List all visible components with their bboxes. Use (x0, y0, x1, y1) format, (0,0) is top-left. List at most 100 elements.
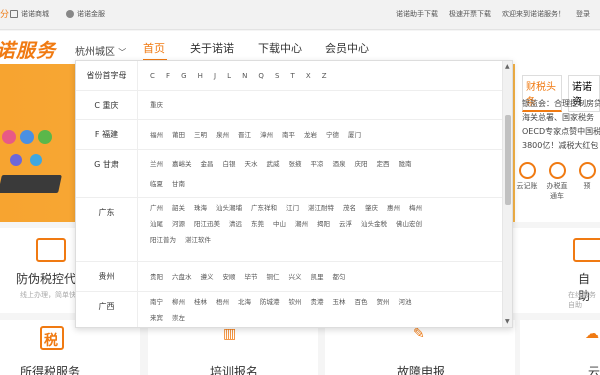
city-item[interactable]: 广州 (150, 204, 163, 212)
city-item[interactable]: 陇南 (399, 160, 412, 168)
city-item[interactable]: 湛江耐特 (308, 204, 334, 212)
letter-c[interactable]: C (150, 72, 155, 80)
city-item[interactable]: 阳江普为 (150, 236, 176, 244)
cloud-accounting-tool[interactable]: 云记账 (515, 162, 539, 201)
city-item[interactable]: 佛山宏创 (396, 220, 422, 228)
city-item[interactable]: 龙岩 (304, 131, 317, 139)
city-item[interactable]: 钦州 (289, 298, 302, 306)
card-fault-report[interactable]: ✎ 故障申报 (325, 320, 515, 375)
scrollbar-thumb[interactable] (505, 115, 511, 205)
nav-home[interactable]: 首页 (143, 40, 165, 56)
city-item[interactable]: 来宾 (150, 314, 163, 322)
card-self-service[interactable]: 自助 在线服务自助 (513, 228, 600, 313)
city-item[interactable]: 清远 (229, 220, 242, 228)
city-item[interactable]: 庆阳 (355, 160, 368, 168)
mall-link[interactable]: 诺诺商城 (10, 9, 49, 19)
city-item[interactable]: 张掖 (289, 160, 302, 168)
city-item[interactable]: 毕节 (245, 273, 258, 281)
city-item[interactable]: 南宁 (150, 298, 163, 306)
letter-j[interactable]: J (214, 72, 216, 80)
city-item[interactable]: 珠海 (194, 204, 207, 212)
assistant-download-link[interactable]: 诺诺助手下载 (396, 9, 438, 19)
nav-member[interactable]: 会员中心 (325, 40, 369, 56)
city-item[interactable]: 天水 (245, 160, 258, 168)
city-item[interactable]: 云浮 (339, 220, 352, 228)
third-tool[interactable]: 预 (575, 162, 599, 201)
city-item[interactable]: 铜仁 (267, 273, 280, 281)
scroll-up-arrow-icon[interactable]: ▲ (505, 63, 510, 70)
city-item[interactable]: 阳江迅美 (194, 220, 220, 228)
letter-l[interactable]: L (227, 72, 231, 80)
nav-download[interactable]: 下载中心 (258, 40, 302, 56)
tax-service-tool[interactable]: 办税直通车 (545, 162, 569, 201)
city-item[interactable]: 白银 (223, 160, 236, 168)
city-item[interactable]: 嘉峪关 (172, 160, 192, 168)
city-item[interactable]: 甘南 (172, 180, 185, 188)
city-item[interactable]: 玉林 (333, 298, 346, 306)
scroll-down-arrow-icon[interactable]: ▼ (505, 318, 510, 325)
card-training[interactable]: ▥ 培训报名 (148, 320, 318, 375)
city-item[interactable]: 广东祥和 (251, 204, 277, 212)
news-list[interactable]: 银监会：合理控制房贷 海关总署、国家税务 OECD专家点赞中国税 3800亿！减… (522, 97, 600, 153)
city-item[interactable]: 桂林 (194, 298, 207, 306)
city-item[interactable]: 江门 (286, 204, 299, 212)
city-item[interactable]: 梅州 (409, 204, 422, 212)
city-item[interactable]: 三明 (194, 131, 207, 139)
site-logo[interactable]: 诺服务 (0, 36, 56, 63)
city-item[interactable]: 潮州 (295, 220, 308, 228)
card-cloud[interactable]: ☁ 云 (520, 320, 600, 375)
city-item[interactable]: 贵港 (311, 298, 324, 306)
city-item[interactable]: 武威 (267, 160, 280, 168)
fast-invoice-download-link[interactable]: 极速开票下载 (449, 9, 491, 19)
letter-s[interactable]: S (275, 72, 279, 80)
city-item[interactable]: 遵义 (201, 273, 214, 281)
city-selector[interactable]: 杭州城区 ﹀ (75, 43, 126, 58)
finance-link[interactable]: 诺诺金服 (66, 9, 105, 19)
city-item[interactable]: 肇庆 (365, 204, 378, 212)
city-item[interactable]: 凯里 (311, 273, 324, 281)
card-income-tax[interactable]: 税 所得税服务 (0, 320, 140, 375)
city-item[interactable]: 百色 (355, 298, 368, 306)
city-item[interactable]: 福州 (150, 131, 163, 139)
city-item[interactable]: 南平 (282, 131, 295, 139)
city-item[interactable]: 金昌 (201, 160, 214, 168)
city-item[interactable]: 莆田 (172, 131, 185, 139)
city-item[interactable]: 兴义 (289, 273, 302, 281)
city-item[interactable]: 汕头潮埔 (216, 204, 242, 212)
city-item[interactable]: 汕头金税 (361, 220, 387, 228)
city-item[interactable]: 韶关 (172, 204, 185, 212)
dropdown-scrollbar[interactable]: ▲ ▼ (502, 61, 512, 327)
city-item[interactable]: 定西 (377, 160, 390, 168)
city-item[interactable]: 揭阳 (317, 220, 330, 228)
city-item[interactable]: 汕尾 (150, 220, 163, 228)
letter-t[interactable]: T (291, 72, 295, 80)
city-item[interactable]: 漳州 (260, 131, 273, 139)
city-item[interactable]: 防城港 (260, 298, 280, 306)
city-item[interactable]: 重庆 (150, 101, 163, 109)
letter-n[interactable]: N (242, 72, 247, 80)
city-item[interactable]: 贵阳 (150, 273, 163, 281)
city-item[interactable]: 北海 (238, 298, 251, 306)
city-item[interactable]: 都匀 (333, 273, 346, 281)
city-item[interactable]: 泉州 (216, 131, 229, 139)
nav-about[interactable]: 关于诺诺 (190, 40, 234, 56)
city-item[interactable]: 柳州 (172, 298, 185, 306)
city-item[interactable]: 中山 (273, 220, 286, 228)
city-item[interactable]: 酒泉 (333, 160, 346, 168)
city-item[interactable]: 崇左 (172, 314, 185, 322)
letter-z[interactable]: Z (322, 72, 327, 80)
city-item[interactable]: 东莞 (251, 220, 264, 228)
city-item[interactable]: 惠州 (387, 204, 400, 212)
city-item[interactable]: 梧州 (216, 298, 229, 306)
letter-f[interactable]: F (166, 72, 170, 80)
city-item[interactable]: 河池 (399, 298, 412, 306)
city-item[interactable]: 晋江 (238, 131, 251, 139)
city-item[interactable]: 河源 (172, 220, 185, 228)
city-item[interactable]: 兰州 (150, 160, 163, 168)
login-link[interactable]: 登录 (576, 9, 590, 19)
city-item[interactable]: 临夏 (150, 180, 163, 188)
city-item[interactable]: 安顺 (223, 273, 236, 281)
city-item[interactable]: 平凉 (311, 160, 324, 168)
city-item[interactable]: 六盘水 (172, 273, 192, 281)
letter-x[interactable]: X (306, 72, 311, 80)
